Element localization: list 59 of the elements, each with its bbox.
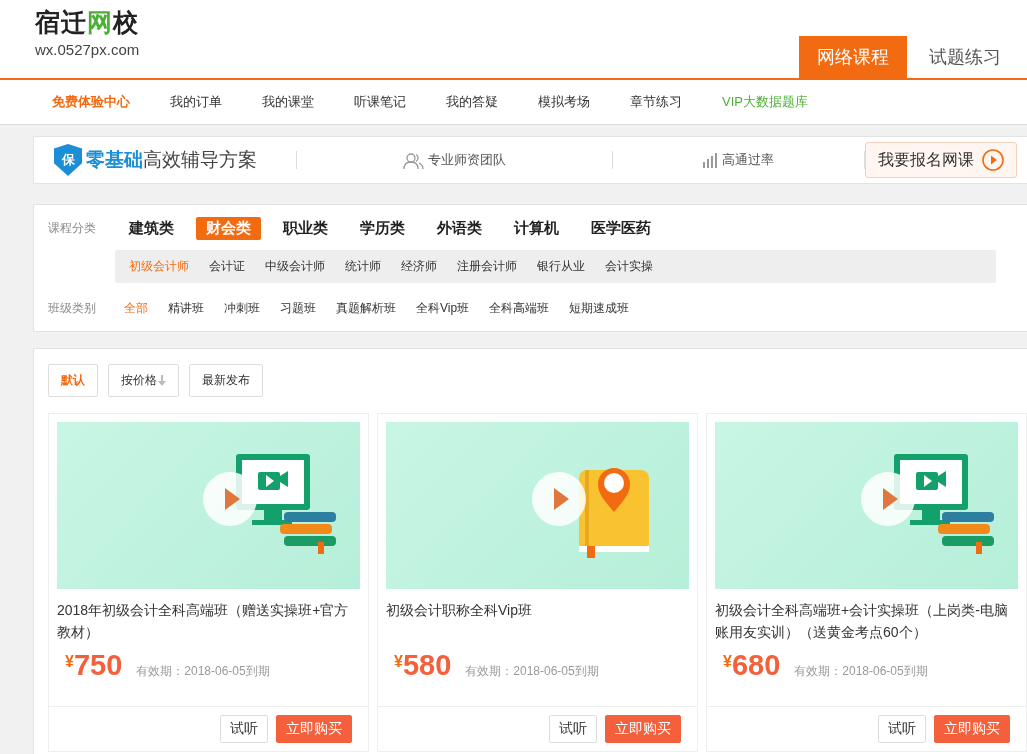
top-tab[interactable]: 试题练习	[913, 36, 1017, 78]
class-type-link[interactable]: 全科Vip班	[416, 300, 470, 317]
sort-button[interactable]: 最新发布	[189, 364, 263, 397]
nav-link[interactable]: 章节练习	[630, 93, 682, 111]
class-type-link[interactable]: 短期速成班	[569, 300, 630, 317]
category-tab[interactable]: 计算机	[504, 217, 569, 240]
play-circle-icon	[982, 149, 1004, 171]
currency-symbol: ¥	[65, 653, 74, 670]
subcategory-link[interactable]: 经济师	[391, 258, 447, 275]
course-title[interactable]: 2018年初级会计全科高端班（赠送实操班+官方教材）	[49, 589, 368, 645]
play-button-icon	[861, 472, 915, 526]
nav-link[interactable]: 听课笔记	[354, 93, 406, 111]
feature-label: 高通过率	[721, 151, 774, 169]
filter-label: 课程分类	[47, 220, 97, 237]
nav-link[interactable]: 模拟考场	[538, 93, 590, 111]
class-type-link[interactable]: 精讲班	[168, 300, 204, 317]
currency-symbol: ¥	[723, 653, 732, 670]
subcategory-link[interactable]: 注册会计师	[447, 258, 527, 275]
play-button-icon	[203, 472, 257, 526]
category-tab[interactable]: 学历类	[350, 217, 415, 240]
class-type-link[interactable]: 全科高端班	[489, 300, 550, 317]
people-icon	[403, 151, 425, 169]
trial-button[interactable]: 试听	[878, 715, 926, 743]
promo-title: 零基础高效辅导方案	[86, 148, 257, 172]
nav-link[interactable]: 我的答疑	[446, 93, 498, 111]
validity-date: 有效期：2018-06-05到期	[136, 663, 270, 680]
category-tab[interactable]: 外语类	[427, 217, 492, 240]
course-price: 580	[402, 649, 452, 682]
enroll-button[interactable]: 我要报名网课	[865, 142, 1017, 178]
subcategory-link[interactable]: 银行从业	[527, 258, 595, 275]
course-price: 680	[731, 649, 781, 682]
shield-badge: 保	[54, 144, 82, 176]
nav-link[interactable]: 我的课堂	[262, 93, 314, 111]
class-type-link[interactable]: 习题班	[280, 300, 316, 317]
filter-label: 班级类别	[47, 300, 97, 317]
validity-date: 有效期：2018-06-05到期	[465, 663, 599, 680]
trial-button[interactable]: 试听	[220, 715, 268, 743]
bar-chart-icon	[702, 151, 718, 169]
currency-symbol: ¥	[394, 653, 403, 670]
class-type-link[interactable]: 真题解析班	[336, 300, 396, 317]
category-tab[interactable]: 建筑类	[119, 217, 184, 240]
site-logo-title: 宿迁网校	[35, 7, 140, 39]
category-tab[interactable]: 职业类	[273, 217, 338, 240]
validity-date: 有效期：2018-06-05到期	[794, 663, 928, 680]
category-tab[interactable]: 医学医药	[581, 217, 661, 240]
course-title[interactable]: 初级会计全科高端班+会计实操班（上岗类-电脑账用友实训）（送黄金考点60个）	[707, 589, 1026, 645]
course-title[interactable]: 初级会计职称全科Vip班	[378, 589, 697, 645]
sort-button[interactable]: 按价格	[108, 364, 179, 397]
subcategory-link[interactable]: 会计实操	[595, 258, 663, 275]
trial-button[interactable]: 试听	[549, 715, 597, 743]
feature-label: 专业师资团队	[428, 151, 507, 169]
play-button-icon	[532, 472, 586, 526]
course-price: 750	[73, 649, 123, 682]
subcategory-link[interactable]: 统计师	[335, 258, 391, 275]
class-type-link[interactable]: 冲刺班	[224, 300, 260, 317]
subcategory-link[interactable]: 会计证	[199, 258, 255, 275]
nav-link[interactable]: 我的订单	[170, 93, 222, 111]
site-url: wx.0527px.com	[35, 41, 140, 58]
subcategory-link[interactable]: 中级会计师	[255, 258, 335, 275]
